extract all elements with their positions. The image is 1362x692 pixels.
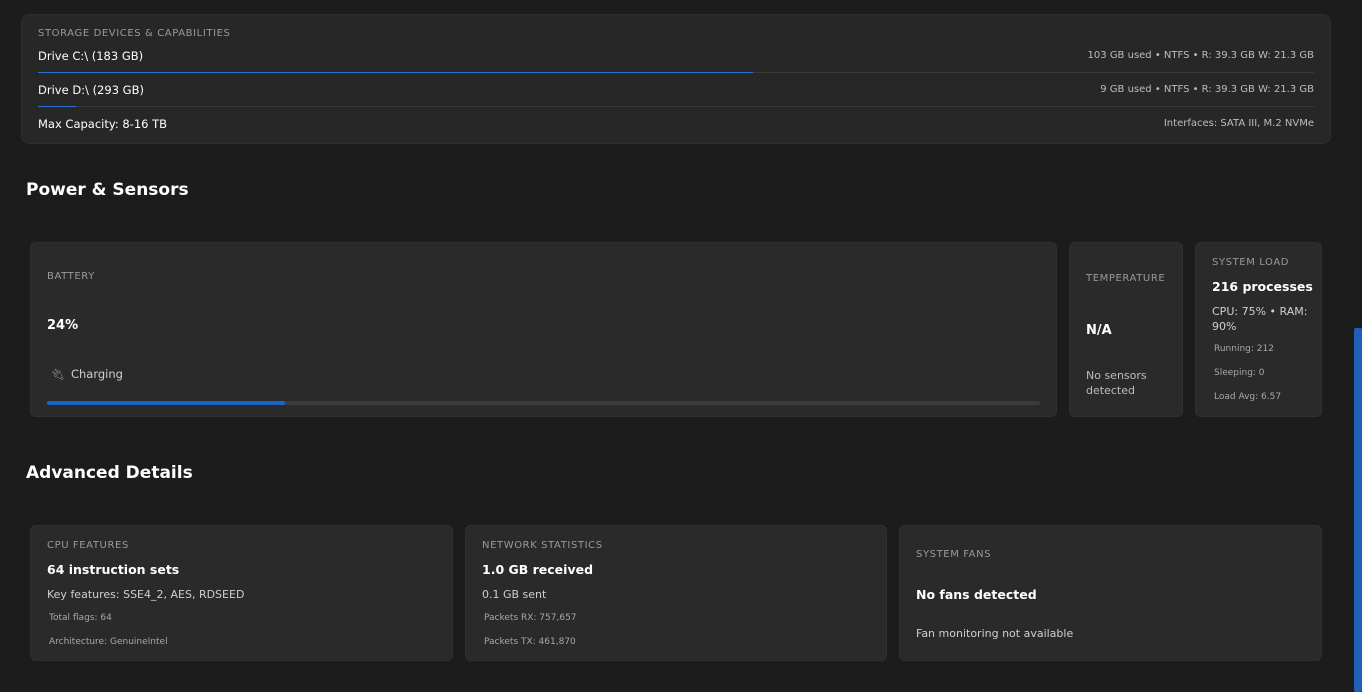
- fans-note: Fan monitoring not available: [916, 627, 1074, 640]
- packets-tx: Packets TX: 461,870: [484, 637, 576, 647]
- battery-percent: 24%: [47, 318, 79, 333]
- drive-row-d: Drive D:\ (293 GB) 9 GB used • NTFS • R:…: [38, 83, 1314, 107]
- storage-devices-card: STORAGE DEVICES & CAPABILITIES Drive C:\…: [21, 14, 1331, 144]
- instruction-set-count: 64 instruction sets: [47, 562, 180, 577]
- advanced-section-title: Advanced Details: [26, 463, 193, 483]
- cpu-features-card: CPU FEATURES 64 instruction sets Key fea…: [30, 525, 453, 661]
- temperature-note: No sensors detected: [1086, 369, 1147, 397]
- drive-meta: 103 GB used • NTFS • R: 39.3 GB W: 21.3 …: [1087, 50, 1314, 61]
- temperature-value: N/A: [1086, 323, 1112, 338]
- drive-usage-track: [38, 72, 1314, 73]
- temperature-label: TEMPERATURE: [1086, 273, 1166, 284]
- system-fans-label: SYSTEM FANS: [916, 549, 992, 560]
- drive-usage-fill: [38, 106, 77, 107]
- cpu-ram-usage: CPU: 75% • RAM: 90%: [1212, 305, 1308, 333]
- key-features: Key features: SSE4_2, AES, RDSEED: [47, 588, 245, 601]
- packets-rx: Packets RX: 757,657: [484, 613, 577, 623]
- drive-name: Drive C:\ (183 GB): [38, 49, 144, 63]
- storage-capacity-row: Max Capacity: 8-16 TB Interfaces: SATA I…: [38, 117, 1314, 139]
- battery-label: BATTERY: [47, 271, 95, 282]
- network-statistics-card: NETWORK STATISTICS 1.0 GB received 0.1 G…: [465, 525, 887, 661]
- total-flags: Total flags: 64: [49, 613, 112, 623]
- running-count: Running: 212: [1214, 344, 1274, 354]
- system-fans-card: SYSTEM FANS No fans detected Fan monitor…: [899, 525, 1322, 661]
- cpu-features-label: CPU FEATURES: [47, 540, 129, 551]
- plug-icon: 🔌︎: [51, 368, 65, 381]
- storage-title: STORAGE DEVICES & CAPABILITIES: [38, 28, 231, 39]
- max-capacity: Max Capacity: 8-16 TB: [38, 117, 168, 131]
- interfaces: Interfaces: SATA III, M.2 NVMe: [1163, 118, 1314, 129]
- vertical-scrollbar[interactable]: [1354, 328, 1362, 692]
- power-section-title: Power & Sensors: [26, 180, 189, 200]
- battery-card: BATTERY 24% 🔌︎ Charging: [30, 242, 1057, 417]
- drive-name: Drive D:\ (293 GB): [38, 83, 144, 97]
- battery-status: 🔌︎ Charging: [51, 367, 123, 381]
- architecture: Architecture: GenuineIntel: [49, 637, 168, 647]
- network-received: 1.0 GB received: [482, 562, 594, 577]
- network-statistics-label: NETWORK STATISTICS: [482, 540, 603, 551]
- drive-usage-track: [38, 106, 1314, 107]
- fans-headline: No fans detected: [916, 587, 1037, 602]
- battery-status-text: Charging: [70, 367, 123, 381]
- battery-level-track: [47, 401, 1040, 405]
- sleeping-count: Sleeping: 0: [1214, 368, 1265, 378]
- network-sent: 0.1 GB sent: [482, 588, 547, 601]
- load-average: Load Avg: 6.57: [1214, 392, 1282, 402]
- drive-usage-fill: [38, 72, 753, 73]
- system-load-card: SYSTEM LOAD 216 processes CPU: 75% • RAM…: [1195, 242, 1322, 417]
- battery-level-fill: [47, 401, 286, 405]
- temperature-card: TEMPERATURE N/A No sensors detected: [1069, 242, 1183, 417]
- system-info-page: STORAGE DEVICES & CAPABILITIES Drive C:\…: [0, 0, 1362, 692]
- system-load-label: SYSTEM LOAD: [1212, 257, 1290, 268]
- process-count: 216 processes: [1212, 279, 1313, 294]
- drive-meta: 9 GB used • NTFS • R: 39.3 GB W: 21.3 GB: [1100, 84, 1314, 95]
- drive-row-c: Drive C:\ (183 GB) 103 GB used • NTFS • …: [38, 49, 1314, 73]
